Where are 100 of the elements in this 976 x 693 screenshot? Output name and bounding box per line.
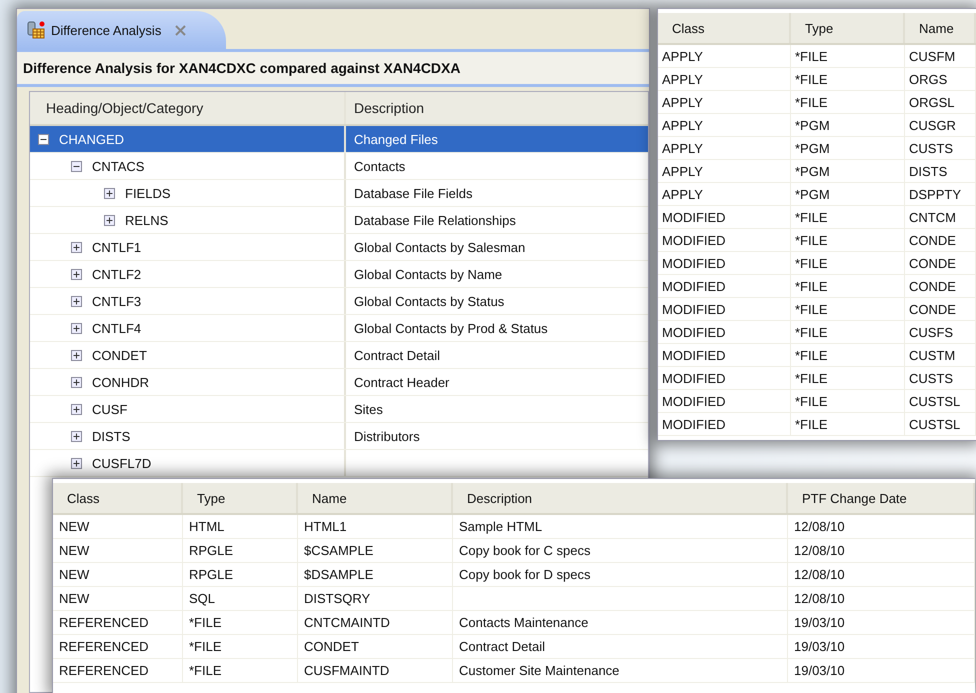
object-description: Distributors (354, 428, 420, 444)
table-cell: *FILE (791, 229, 905, 251)
table-cell: DISTSQRY (298, 587, 453, 610)
table-cell: *FILE (791, 413, 905, 435)
object-name: CNTACS (92, 158, 144, 174)
table-cell: *PGM (791, 160, 905, 182)
table-cell: MODIFIED (658, 252, 791, 274)
table-cell: ORGSL (905, 91, 976, 113)
editor-tab[interactable]: Difference Analysis (17, 11, 226, 49)
table-cell: CUSFMAINTD (298, 659, 453, 682)
column-header[interactable]: Type (183, 483, 298, 513)
table-cell: MODIFIED (658, 321, 791, 343)
table-cell: 12/08/10 (788, 515, 975, 538)
collapse-icon[interactable] (71, 160, 82, 172)
column-header[interactable]: Class (658, 13, 791, 43)
column-header[interactable]: Heading/Object/Category (30, 92, 346, 124)
object-name: CONDET (92, 348, 147, 362)
object-name: RELNS (125, 212, 168, 228)
table-cell: CUSTSL (905, 390, 976, 412)
table-cell: CONDE (905, 275, 976, 297)
table-cell: RPGLE (183, 539, 298, 562)
table-cell: *FILE (791, 275, 905, 297)
table-cell: APPLY (658, 114, 791, 136)
table-cell: *FILE (791, 91, 905, 113)
expand-icon[interactable] (71, 242, 82, 252)
tree-row[interactable]: CNTACS Contacts (30, 153, 648, 180)
table-cell: DSPPTY (905, 183, 976, 205)
table-cell: 12/08/10 (788, 587, 975, 610)
table-cell: CNTCM (905, 206, 976, 228)
tree-row[interactable]: RELNS Database File Relationships (30, 207, 648, 234)
expand-icon[interactable] (104, 188, 115, 198)
table-cell: CUSFS (905, 321, 976, 343)
object-description: Contract Header (354, 374, 450, 390)
database-table-icon (27, 21, 45, 39)
object-description: Database File Relationships (354, 212, 516, 228)
table-cell: Customer Site Maintenance (453, 659, 788, 682)
expand-icon[interactable] (71, 268, 82, 280)
column-header[interactable]: Type (791, 13, 905, 43)
expand-icon[interactable] (71, 296, 82, 306)
table-cell: Copy book for C specs (453, 539, 788, 562)
column-header[interactable]: Class (53, 483, 183, 513)
table-cell: APPLY (658, 160, 791, 182)
object-name: CONHDR (92, 374, 150, 390)
table-cell: *FILE (791, 68, 905, 90)
table-cell: *PGM (791, 183, 905, 205)
table-cell: CONDET (298, 635, 453, 658)
table-cell: *FILE (791, 390, 905, 412)
table-cell: APPLY (658, 45, 791, 67)
table-cell: CUSGR (905, 114, 976, 136)
table-cell: $CSAMPLE (298, 539, 453, 562)
table-cell: 19/03/10 (788, 611, 975, 634)
table-cell: APPLY (658, 91, 791, 113)
column-header[interactable]: Description (346, 92, 648, 124)
table-cell: *PGM (791, 137, 905, 159)
expand-icon[interactable] (71, 404, 82, 414)
table-cell: NEW (53, 515, 183, 538)
table-cell: *PGM (791, 114, 905, 136)
tree-row[interactable]: FIELDS Database File Fields (30, 180, 648, 207)
object-name: FIELDS (125, 186, 171, 200)
table-cell: *FILE (791, 367, 905, 389)
table-cell: APPLY (658, 183, 791, 205)
tree-row[interactable]: CUSFL7D (30, 450, 648, 477)
collapse-icon[interactable] (38, 134, 49, 144)
expand-icon[interactable] (104, 214, 115, 226)
tree-row[interactable]: CHANGED Changed Files (30, 126, 648, 153)
object-name: CNTLF1 (92, 240, 142, 254)
table-cell: APPLY (658, 68, 791, 90)
tree-row[interactable]: CNTLF2 Global Contacts by Name (30, 261, 648, 288)
table-cell: CONDE (905, 229, 976, 251)
tree-row[interactable]: CONHDR Contract Header (30, 369, 648, 396)
object-name: CUSF (92, 402, 128, 416)
column-header[interactable]: Name (298, 483, 453, 513)
object-description: Sites (354, 402, 383, 416)
expand-icon[interactable] (71, 458, 82, 468)
expand-icon[interactable] (71, 430, 82, 442)
tree-row[interactable]: CONDET Contract Detail (30, 342, 648, 369)
tree-row[interactable]: CUSF Sites (30, 396, 648, 423)
column-header[interactable]: PTF Change Date (788, 483, 975, 513)
table-cell: *FILE (791, 298, 905, 320)
expand-icon[interactable] (71, 350, 82, 360)
table-cell: *FILE (791, 321, 905, 343)
table-cell: MODIFIED (658, 275, 791, 297)
object-name: CUSFL7D (92, 456, 152, 470)
tree-row[interactable]: CNTLF1 Global Contacts by Salesman (30, 234, 648, 261)
table-cell: $DSAMPLE (298, 563, 453, 586)
expand-icon[interactable] (71, 376, 82, 388)
tree-row[interactable]: CNTLF3 Global Contacts by Status (30, 288, 648, 315)
tree-row[interactable]: DISTS Distributors (30, 423, 648, 450)
column-header[interactable]: Description (453, 483, 788, 513)
expand-icon[interactable] (71, 322, 82, 334)
column-header[interactable]: Name (905, 13, 976, 43)
table-cell: Copy book for D specs (453, 563, 788, 586)
object-name: CNTLF3 (92, 294, 142, 308)
table-cell: REFERENCED (53, 635, 183, 658)
object-name: CHANGED (59, 132, 124, 146)
table-cell: HTML (183, 515, 298, 538)
tree-row[interactable]: CNTLF4 Global Contacts by Prod & Status (30, 315, 648, 342)
object-description: Global Contacts by Status (354, 294, 504, 308)
table-cell: CONDE (905, 252, 976, 274)
table-cell: REFERENCED (53, 611, 183, 634)
